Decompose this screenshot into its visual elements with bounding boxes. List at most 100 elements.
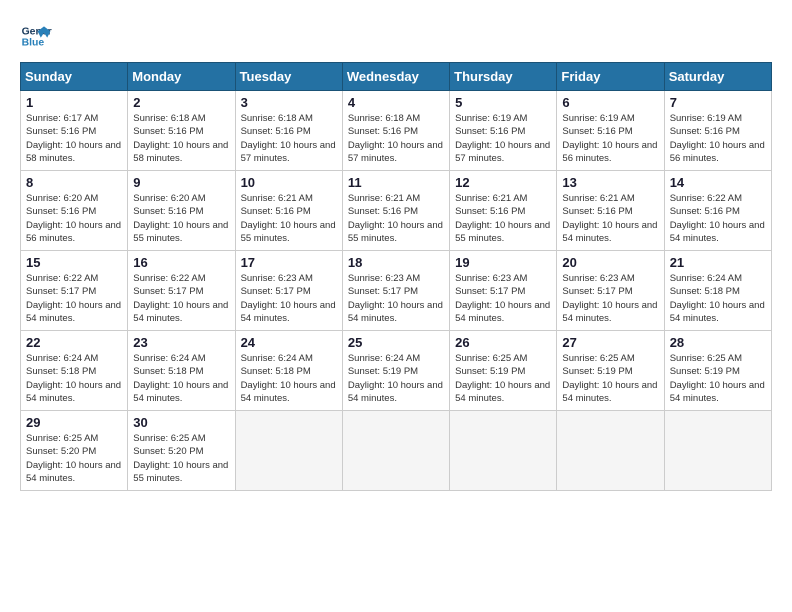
day-number: 23 bbox=[133, 335, 229, 350]
calendar-cell: 1Sunrise: 6:17 AMSunset: 5:16 PMDaylight… bbox=[21, 91, 128, 171]
calendar-cell bbox=[450, 411, 557, 491]
calendar-cell: 9 Sunrise: 6:20 AMSunset: 5:16 PMDaylight… bbox=[128, 171, 235, 251]
col-header-tuesday: Tuesday bbox=[235, 63, 342, 91]
day-number: 20 bbox=[562, 255, 658, 270]
day-info: Sunrise: 6:24 AMSunset: 5:18 PMDaylight:… bbox=[133, 352, 229, 405]
day-info: Sunrise: 6:21 AMSunset: 5:16 PMDaylight:… bbox=[562, 192, 658, 245]
day-info: Sunrise: 6:23 AMSunset: 5:17 PMDaylight:… bbox=[241, 272, 337, 325]
col-header-sunday: Sunday bbox=[21, 63, 128, 91]
calendar-cell: 19Sunrise: 6:23 AMSunset: 5:17 PMDayligh… bbox=[450, 251, 557, 331]
calendar-cell: 28 Sunrise: 6:25 AMSunset: 5:19 PMDayligh… bbox=[664, 331, 771, 411]
week-row-3: 15 Sunrise: 6:22 AMSunset: 5:17 PMDayligh… bbox=[21, 251, 772, 331]
calendar-cell: 10 Sunrise: 6:21 AMSunset: 5:16 PMDayligh… bbox=[235, 171, 342, 251]
calendar-cell: 30Sunrise: 6:25 AMSunset: 5:20 PMDayligh… bbox=[128, 411, 235, 491]
calendar-cell: 12 Sunrise: 6:21 AMSunset: 5:16 PMDayligh… bbox=[450, 171, 557, 251]
calendar-cell: 23 Sunrise: 6:24 AMSunset: 5:18 PMDayligh… bbox=[128, 331, 235, 411]
week-row-2: 8 Sunrise: 6:20 AMSunset: 5:16 PMDaylight… bbox=[21, 171, 772, 251]
day-info: Sunrise: 6:18 AMSunset: 5:16 PMDaylight:… bbox=[241, 112, 337, 165]
calendar-cell: 22 Sunrise: 6:24 AMSunset: 5:18 PMDayligh… bbox=[21, 331, 128, 411]
day-info: Sunrise: 6:17 AMSunset: 5:16 PMDaylight:… bbox=[26, 112, 122, 165]
day-number: 3 bbox=[241, 95, 337, 110]
calendar-cell: 5 Sunrise: 6:19 AMSunset: 5:16 PMDaylight… bbox=[450, 91, 557, 171]
calendar-cell: 24 Sunrise: 6:24 AMSunset: 5:18 PMDayligh… bbox=[235, 331, 342, 411]
day-info: Sunrise: 6:22 AMSunset: 5:16 PMDaylight:… bbox=[670, 192, 766, 245]
day-info: Sunrise: 6:21 AMSunset: 5:16 PMDaylight:… bbox=[455, 192, 551, 245]
col-header-saturday: Saturday bbox=[664, 63, 771, 91]
day-number: 2 bbox=[133, 95, 229, 110]
week-row-1: 1Sunrise: 6:17 AMSunset: 5:16 PMDaylight… bbox=[21, 91, 772, 171]
day-number: 10 bbox=[241, 175, 337, 190]
calendar-cell: 13 Sunrise: 6:21 AMSunset: 5:16 PMDayligh… bbox=[557, 171, 664, 251]
calendar-cell: 16Sunrise: 6:22 AMSunset: 5:17 PMDayligh… bbox=[128, 251, 235, 331]
day-number: 8 bbox=[26, 175, 122, 190]
day-info: Sunrise: 6:20 AMSunset: 5:16 PMDaylight:… bbox=[133, 192, 229, 245]
day-number: 5 bbox=[455, 95, 551, 110]
calendar-cell: 25Sunrise: 6:24 AMSunset: 5:19 PMDayligh… bbox=[342, 331, 449, 411]
logo: General Blue bbox=[20, 20, 52, 52]
day-number: 4 bbox=[348, 95, 444, 110]
calendar-cell bbox=[557, 411, 664, 491]
week-row-4: 22 Sunrise: 6:24 AMSunset: 5:18 PMDayligh… bbox=[21, 331, 772, 411]
day-info: Sunrise: 6:21 AMSunset: 5:16 PMDaylight:… bbox=[241, 192, 337, 245]
calendar-cell: 11 Sunrise: 6:21 AMSunset: 5:16 PMDayligh… bbox=[342, 171, 449, 251]
calendar-cell: 17 Sunrise: 6:23 AMSunset: 5:17 PMDayligh… bbox=[235, 251, 342, 331]
day-info: Sunrise: 6:25 AMSunset: 5:20 PMDaylight:… bbox=[26, 432, 122, 485]
day-number: 16 bbox=[133, 255, 229, 270]
day-number: 18 bbox=[348, 255, 444, 270]
calendar-cell: 8 Sunrise: 6:20 AMSunset: 5:16 PMDaylight… bbox=[21, 171, 128, 251]
logo-icon: General Blue bbox=[20, 20, 52, 52]
day-info: Sunrise: 6:23 AMSunset: 5:17 PMDaylight:… bbox=[562, 272, 658, 325]
day-number: 27 bbox=[562, 335, 658, 350]
day-number: 28 bbox=[670, 335, 766, 350]
day-info: Sunrise: 6:24 AMSunset: 5:19 PMDaylight:… bbox=[348, 352, 444, 405]
day-info: Sunrise: 6:19 AMSunset: 5:16 PMDaylight:… bbox=[670, 112, 766, 165]
day-info: Sunrise: 6:22 AMSunset: 5:17 PMDaylight:… bbox=[26, 272, 122, 325]
day-info: Sunrise: 6:25 AMSunset: 5:19 PMDaylight:… bbox=[670, 352, 766, 405]
day-info: Sunrise: 6:19 AMSunset: 5:16 PMDaylight:… bbox=[455, 112, 551, 165]
day-info: Sunrise: 6:24 AMSunset: 5:18 PMDaylight:… bbox=[241, 352, 337, 405]
day-number: 13 bbox=[562, 175, 658, 190]
day-info: Sunrise: 6:23 AMSunset: 5:17 PMDaylight:… bbox=[348, 272, 444, 325]
day-number: 6 bbox=[562, 95, 658, 110]
calendar-cell: 7 Sunrise: 6:19 AMSunset: 5:16 PMDaylight… bbox=[664, 91, 771, 171]
day-number: 17 bbox=[241, 255, 337, 270]
day-number: 22 bbox=[26, 335, 122, 350]
day-number: 21 bbox=[670, 255, 766, 270]
day-number: 11 bbox=[348, 175, 444, 190]
calendar-cell: 3 Sunrise: 6:18 AMSunset: 5:16 PMDaylight… bbox=[235, 91, 342, 171]
day-info: Sunrise: 6:20 AMSunset: 5:16 PMDaylight:… bbox=[26, 192, 122, 245]
week-row-5: 29 Sunrise: 6:25 AMSunset: 5:20 PMDayligh… bbox=[21, 411, 772, 491]
day-number: 9 bbox=[133, 175, 229, 190]
svg-text:Blue: Blue bbox=[22, 38, 45, 49]
calendar-cell: 20 Sunrise: 6:23 AMSunset: 5:17 PMDayligh… bbox=[557, 251, 664, 331]
calendar-cell: 15 Sunrise: 6:22 AMSunset: 5:17 PMDayligh… bbox=[21, 251, 128, 331]
day-number: 14 bbox=[670, 175, 766, 190]
calendar-cell bbox=[235, 411, 342, 491]
day-info: Sunrise: 6:19 AMSunset: 5:16 PMDaylight:… bbox=[562, 112, 658, 165]
calendar-cell: 14 Sunrise: 6:22 AMSunset: 5:16 PMDayligh… bbox=[664, 171, 771, 251]
day-info: Sunrise: 6:24 AMSunset: 5:18 PMDaylight:… bbox=[670, 272, 766, 325]
calendar-cell: 2Sunrise: 6:18 AMSunset: 5:16 PMDaylight… bbox=[128, 91, 235, 171]
day-number: 26 bbox=[455, 335, 551, 350]
day-info: Sunrise: 6:25 AMSunset: 5:20 PMDaylight:… bbox=[133, 432, 229, 485]
calendar-header-row: SundayMondayTuesdayWednesdayThursdayFrid… bbox=[21, 63, 772, 91]
day-info: Sunrise: 6:25 AMSunset: 5:19 PMDaylight:… bbox=[562, 352, 658, 405]
day-number: 29 bbox=[26, 415, 122, 430]
col-header-monday: Monday bbox=[128, 63, 235, 91]
day-number: 7 bbox=[670, 95, 766, 110]
col-header-wednesday: Wednesday bbox=[342, 63, 449, 91]
day-info: Sunrise: 6:18 AMSunset: 5:16 PMDaylight:… bbox=[348, 112, 444, 165]
day-info: Sunrise: 6:21 AMSunset: 5:16 PMDaylight:… bbox=[348, 192, 444, 245]
day-info: Sunrise: 6:24 AMSunset: 5:18 PMDaylight:… bbox=[26, 352, 122, 405]
calendar-cell: 4 Sunrise: 6:18 AMSunset: 5:16 PMDaylight… bbox=[342, 91, 449, 171]
col-header-friday: Friday bbox=[557, 63, 664, 91]
calendar-cell bbox=[664, 411, 771, 491]
page-header: General Blue bbox=[20, 20, 772, 52]
day-info: Sunrise: 6:23 AMSunset: 5:17 PMDaylight:… bbox=[455, 272, 551, 325]
col-header-thursday: Thursday bbox=[450, 63, 557, 91]
calendar-table: SundayMondayTuesdayWednesdayThursdayFrid… bbox=[20, 62, 772, 491]
calendar-cell: 18 Sunrise: 6:23 AMSunset: 5:17 PMDayligh… bbox=[342, 251, 449, 331]
day-number: 12 bbox=[455, 175, 551, 190]
day-number: 24 bbox=[241, 335, 337, 350]
day-number: 15 bbox=[26, 255, 122, 270]
